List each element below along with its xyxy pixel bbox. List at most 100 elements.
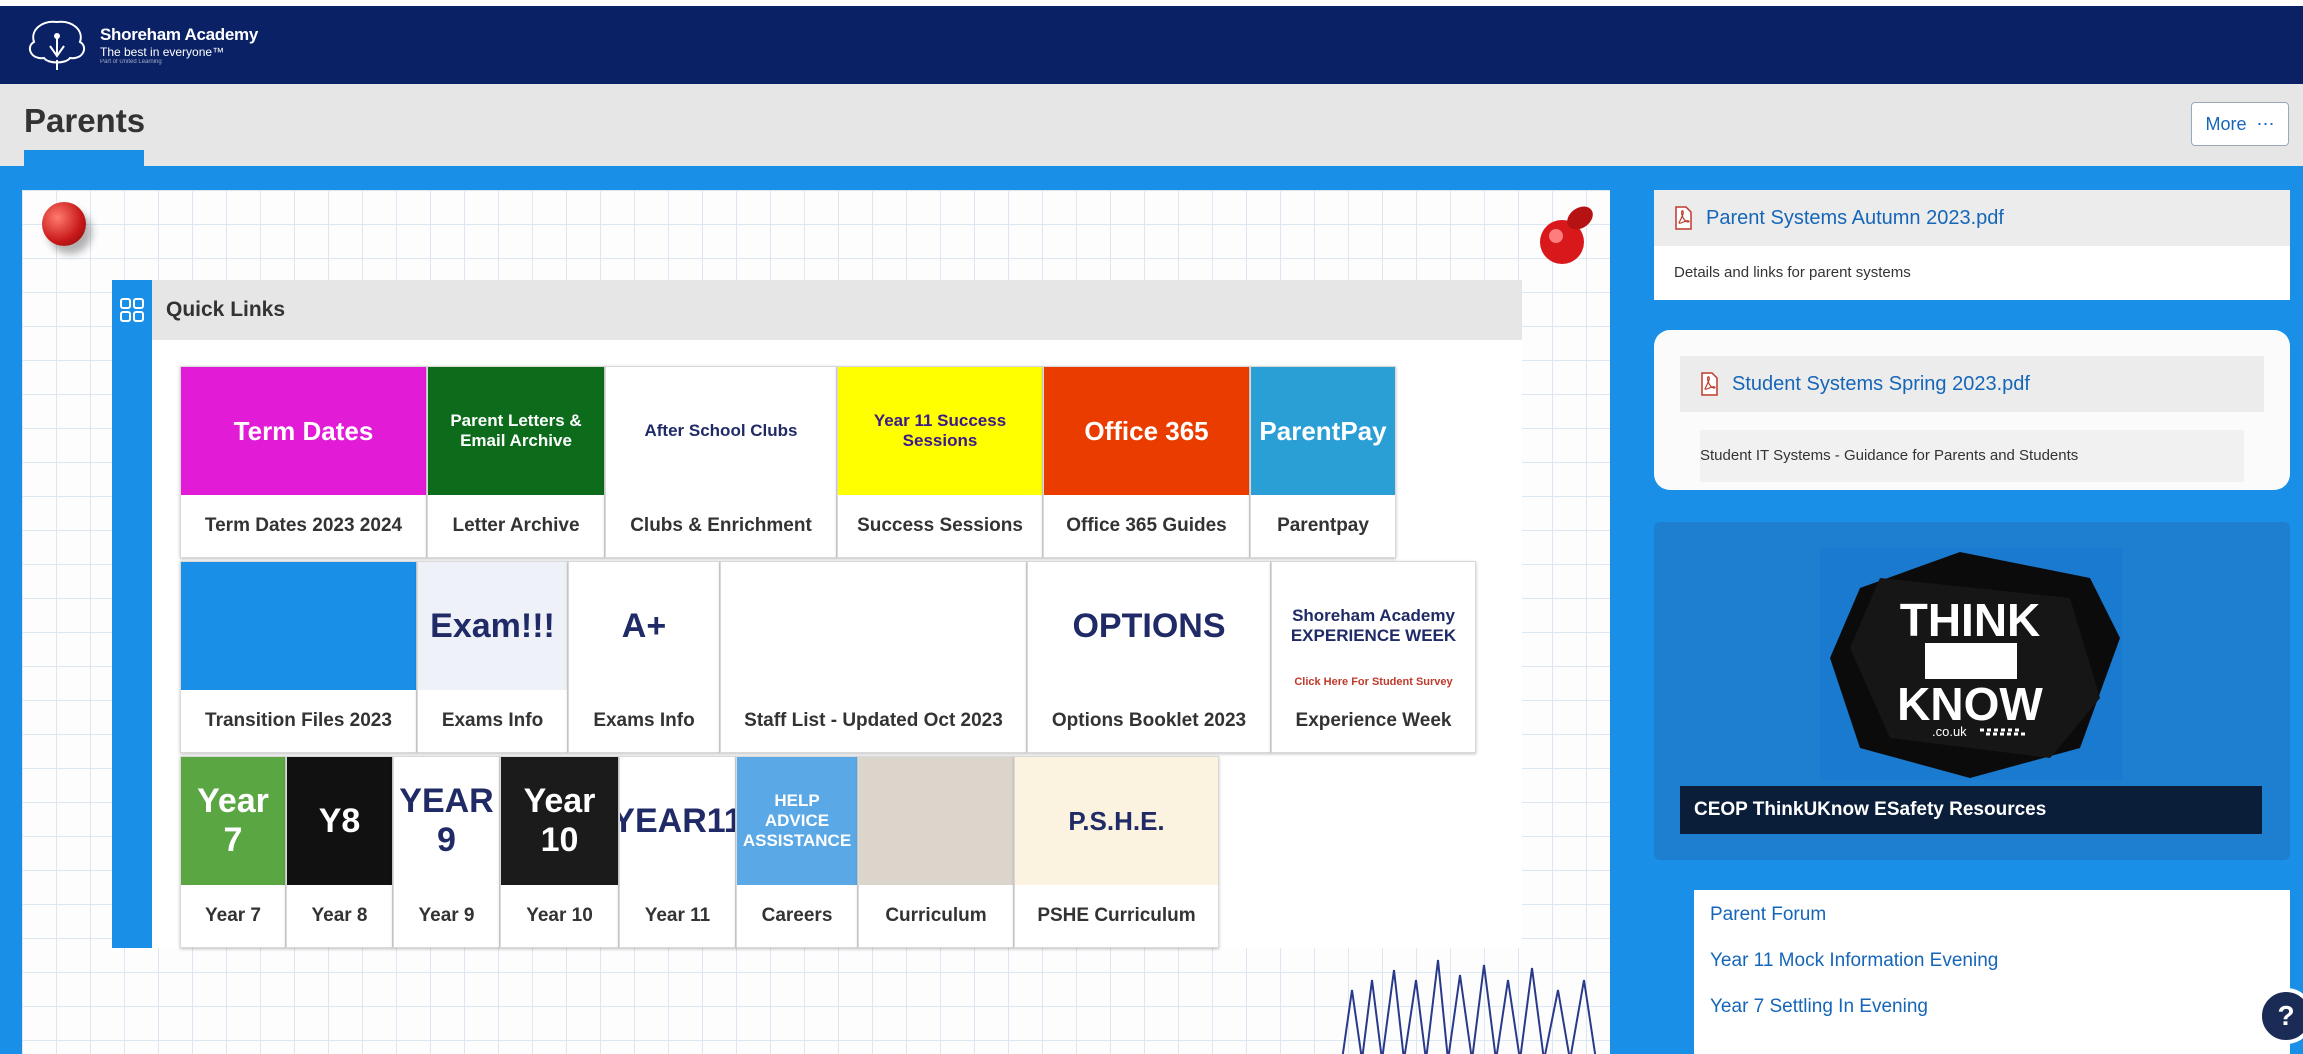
- tile-label: Year 11: [644, 905, 711, 926]
- tile-label: Experience Week: [1295, 710, 1452, 731]
- school-tagline-small: Part of United Learning: [100, 59, 162, 65]
- tile-curriculum[interactable]: Curriculum: [858, 756, 1014, 948]
- tile-image: Year 10: [501, 757, 618, 885]
- doc-description: Student IT Systems - Guidance for Parent…: [1700, 430, 2244, 482]
- tile-label: Letter Archive: [452, 515, 580, 536]
- quick-links-header: Quick Links: [112, 280, 1522, 340]
- quick-links-sidebar: [112, 280, 152, 948]
- tile-experience-week[interactable]: Shoreham Academy EXPERIENCE WEEK Click He…: [1271, 561, 1476, 753]
- tile-label: Parentpay: [1277, 515, 1369, 536]
- event-link[interactable]: Parent Forum: [1710, 904, 1826, 926]
- tile-staff-list[interactable]: Staff List - Updated Oct 2023: [720, 561, 1027, 753]
- school-logo[interactable]: Shoreham Academy The best in everyone™ P…: [22, 16, 258, 74]
- thinkuknow-card[interactable]: THINK U KNOW .co.uk CEOP ThinkUKnow ESaf…: [1654, 522, 2290, 860]
- more-button[interactable]: More ⋯: [2191, 102, 2289, 146]
- tile-image-text: ParentPay: [1259, 415, 1387, 446]
- event-link[interactable]: Year 11 Mock Information Evening: [1710, 950, 1998, 972]
- page-title-bar: Parents: [0, 84, 2303, 166]
- tile-image: Term Dates: [181, 367, 426, 495]
- tile-letter-archive[interactable]: Parent Letters & Email Archive Letter Arc…: [427, 366, 605, 558]
- pdf-icon: [1701, 372, 1718, 396]
- doc-card-header: Student Systems Spring 2023.pdf: [1680, 356, 2264, 412]
- tile-image-text: HELP ADVICE ASSISTANCE: [742, 791, 852, 850]
- tile-image: Year 7: [181, 757, 285, 885]
- thinkuknow-line3: KNOW: [1897, 678, 2043, 730]
- doc-description: Details and links for parent systems: [1674, 264, 1911, 281]
- events-list: Parent Forum Year 11 Mock Information Ev…: [1654, 890, 2290, 1054]
- tile-image: Parent Letters & Email Archive: [428, 367, 604, 495]
- tile-label: Year 9: [418, 905, 475, 926]
- school-tagline: The best in everyone™: [100, 45, 225, 59]
- tile-parentpay[interactable]: ParentPay Parentpay: [1250, 366, 1396, 558]
- tile-label: Curriculum: [885, 905, 987, 926]
- thinkuknow-caption: CEOP ThinkUKnow ESafety Resources: [1680, 786, 2262, 834]
- tile-label: Clubs & Enrichment: [630, 515, 812, 536]
- tile-careers[interactable]: HELP ADVICE ASSISTANCE Careers: [736, 756, 858, 948]
- tile-label: Year 10: [526, 905, 593, 926]
- tile-label: Options Booklet 2023: [1051, 710, 1247, 731]
- ellipsis-icon: ⋯: [2256, 113, 2275, 134]
- tile-image-text: YEAR11: [620, 801, 735, 840]
- tile-image-text: After School Clubs: [644, 421, 798, 440]
- doc-card-student-systems: Student Systems Spring 2023.pdf Student …: [1654, 330, 2290, 490]
- school-name: Shoreham Academy: [100, 25, 259, 44]
- tile-term-dates[interactable]: Term Dates Term Dates 2023 2024: [180, 366, 427, 558]
- tile-year-7[interactable]: Year 7 Year 7: [180, 756, 286, 948]
- tile-image: [721, 562, 1026, 690]
- tile-office-365[interactable]: Office 365 Office 365 Guides: [1043, 366, 1250, 558]
- tile-year-8[interactable]: Y8 Year 8: [286, 756, 393, 948]
- tile-image-text: Y8: [318, 801, 361, 840]
- tile-year-11[interactable]: YEAR11 Year 11: [619, 756, 736, 948]
- tile-image-text: A+: [621, 606, 667, 645]
- thinkuknow-logo: THINK U KNOW .co.uk: [1820, 548, 2122, 780]
- tile-exams-info[interactable]: Exam!!! Exams Info: [417, 561, 568, 753]
- tile-image: Shoreham Academy EXPERIENCE WEEK Click He…: [1272, 562, 1475, 690]
- tile-label: Careers: [761, 905, 833, 926]
- tile-image: After School Clubs: [606, 367, 836, 495]
- tile-label: Year 7: [205, 905, 261, 926]
- tile-year-9[interactable]: YEAR 9 Year 9: [393, 756, 500, 948]
- tile-image-text: Year 10: [523, 782, 596, 859]
- tile-image: YEAR 9: [394, 757, 499, 885]
- tile-image: Y8: [287, 757, 392, 885]
- grid-icon: [112, 280, 152, 340]
- event-link[interactable]: Year 7 Settling In Evening: [1710, 996, 1928, 1018]
- tile-image: OPTIONS: [1028, 562, 1270, 690]
- title-underline: [24, 150, 144, 166]
- tile-image: Exam!!!: [418, 562, 567, 690]
- thinkuknow-line1: THINK: [1900, 594, 2041, 646]
- tile-label: Exams Info: [441, 710, 544, 731]
- events-sidebar: [1654, 890, 1694, 1054]
- tile-year-10[interactable]: Year 10 Year 10: [500, 756, 619, 948]
- tile-label: Exams Info: [593, 710, 695, 731]
- tile-label: Office 365 Guides: [1066, 515, 1227, 536]
- tile-image-text: Year 11 Success Sessions: [873, 411, 1007, 450]
- thinkuknow-image: THINK U KNOW .co.uk: [1820, 548, 2122, 780]
- more-label: More: [2205, 113, 2247, 134]
- tile-image-text: Office 365: [1084, 415, 1209, 446]
- tile-success-sessions[interactable]: Year 11 Success Sessions Success Sessions: [837, 366, 1043, 558]
- tile-label: Year 8: [311, 905, 368, 926]
- tile-image: Office 365: [1044, 367, 1249, 495]
- tile-image: [181, 562, 416, 690]
- quick-links-title: Quick Links: [166, 298, 286, 321]
- doc-card-header: Parent Systems Autumn 2023.pdf: [1654, 190, 2290, 246]
- tile-label: Transition Files 2023: [205, 710, 392, 731]
- tile-image: [859, 757, 1013, 885]
- tile-exams-info-2[interactable]: A+ Exams Info: [568, 561, 720, 753]
- tile-label: Success Sessions: [857, 515, 1023, 536]
- tile-image: HELP ADVICE ASSISTANCE: [737, 757, 857, 885]
- help-icon: ?: [2277, 1000, 2295, 1031]
- tree-logo-icon: [28, 20, 86, 70]
- tile-pshe[interactable]: P.S.H.E. PSHE Curriculum: [1014, 756, 1219, 948]
- tile-clubs[interactable]: After School Clubs Clubs & Enrichment: [605, 366, 837, 558]
- red-pin-icon: [42, 202, 86, 246]
- tile-image: YEAR11: [620, 757, 735, 885]
- tile-options-booklet[interactable]: OPTIONS Options Booklet 2023: [1027, 561, 1271, 753]
- doc-link[interactable]: Parent Systems Autumn 2023.pdf: [1706, 207, 2004, 230]
- scribble-decoration: [1341, 959, 1597, 1054]
- doc-card-parent-systems: Parent Systems Autumn 2023.pdf Details a…: [1654, 190, 2290, 300]
- tile-transition-files[interactable]: Transition Files 2023: [180, 561, 417, 753]
- doc-link[interactable]: Student Systems Spring 2023.pdf: [1732, 373, 2030, 396]
- tile-image-text: Shoreham Academy EXPERIENCE WEEK: [1290, 606, 1457, 645]
